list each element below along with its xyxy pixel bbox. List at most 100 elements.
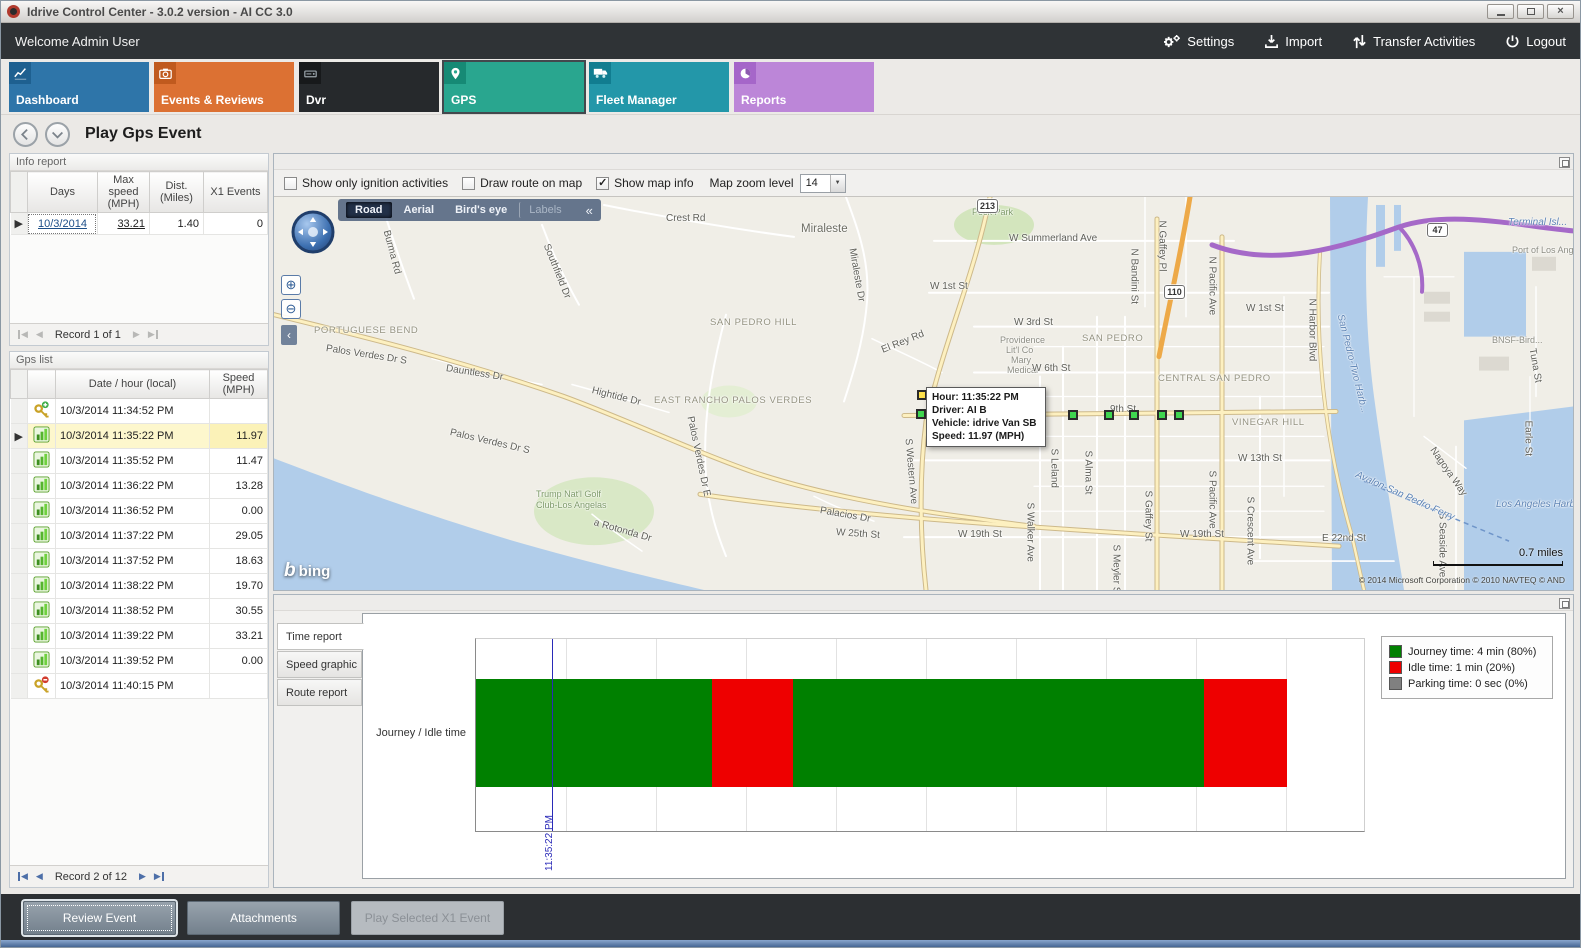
- row-gps-icon: [33, 534, 50, 546]
- tab-gps[interactable]: GPS: [444, 62, 584, 112]
- legend-label: Parking time: 0 sec (0%): [1408, 678, 1528, 690]
- time-cursor-line[interactable]: [552, 639, 553, 831]
- gps-datetime-cell: 10/3/2014 11:38:22 PM: [55, 574, 209, 599]
- legend-label: Journey time: 4 min (80%): [1408, 646, 1536, 658]
- maximize-button[interactable]: [1517, 4, 1544, 19]
- header-action-settings[interactable]: Settings: [1162, 34, 1234, 49]
- map-panel: Show only ignition activities Draw route …: [273, 153, 1574, 591]
- next-page-icon[interactable]: ▶: [139, 872, 146, 881]
- gps-point-marker[interactable]: [1068, 410, 1078, 420]
- checkbox-draw-route-on-map[interactable]: Draw route on map: [462, 176, 582, 190]
- timeline-bar: [476, 679, 1287, 787]
- maximize-icon: [1527, 8, 1535, 15]
- minimize-button[interactable]: [1487, 4, 1514, 19]
- gps-list-pager: ◀ ◀ Record 2 of 12 ▶ ▶: [10, 865, 268, 887]
- info-column-header[interactable]: X1 Events: [203, 172, 267, 213]
- row-key-off-icon: [33, 684, 50, 696]
- indicator-column-header: [11, 172, 28, 213]
- gps-row[interactable]: 10/3/2014 11:38:52 PM30.55: [11, 599, 268, 624]
- chart-row-label: Journey / Idle time: [376, 727, 466, 739]
- review-event-button[interactable]: Review Event: [23, 901, 176, 935]
- map-view-tab-bird-s-eye[interactable]: Bird's eye: [446, 202, 516, 218]
- map-canvas[interactable]: MiralesteCrest RdBurma RdSouthfield DrMi…: [274, 196, 1573, 590]
- prev-page-icon[interactable]: ◀: [36, 872, 43, 881]
- tab-time-report[interactable]: Time report: [277, 623, 364, 650]
- gps-row[interactable]: 10/3/2014 11:37:52 PM18.63: [11, 549, 268, 574]
- play-selected-x1-event-button: Play Selected X1 Event: [351, 901, 504, 935]
- row-gps-icon: [33, 634, 50, 646]
- map-view-tab-aerial[interactable]: Aerial: [395, 202, 444, 218]
- gps-row[interactable]: 10/3/2014 11:36:22 PM13.28: [11, 474, 268, 499]
- map-zoom-out-button[interactable]: ⊖: [281, 299, 301, 319]
- gps-row[interactable]: 10/3/2014 11:34:52 PM: [11, 399, 268, 424]
- gps-point-marker[interactable]: [916, 409, 926, 419]
- max-speed-link[interactable]: 33.21: [117, 218, 145, 230]
- attachments-button[interactable]: Attachments: [187, 901, 340, 935]
- collapse-map-panel-button[interactable]: [1559, 157, 1570, 168]
- gps-row[interactable]: 10/3/2014 11:39:22 PM33.21: [11, 624, 268, 649]
- gps-row[interactable]: ▶10/3/2014 11:35:22 PM11.97: [11, 424, 268, 449]
- back-button[interactable]: [13, 122, 38, 147]
- checkbox-box-icon[interactable]: [284, 177, 297, 190]
- day-link[interactable]: 10/3/2014: [38, 218, 87, 230]
- gps-column-header[interactable]: Date / hour (local): [55, 370, 209, 399]
- header-action-import[interactable]: Import: [1264, 34, 1322, 49]
- info-column-header[interactable]: Dist. (Miles): [149, 172, 203, 213]
- checkbox-label: Show map info: [614, 176, 693, 190]
- tab-events[interactable]: Events & Reviews: [154, 62, 294, 112]
- collapse-report-panel-button[interactable]: [1559, 598, 1570, 609]
- map-zoom-select[interactable]: 14 ▼: [800, 174, 846, 193]
- gps-row[interactable]: 10/3/2014 11:39:52 PM0.00: [11, 649, 268, 674]
- next-page-icon[interactable]: ▶: [133, 330, 140, 339]
- map-zoom-in-button[interactable]: ⊕: [281, 275, 301, 295]
- checkbox-show-map-info[interactable]: Show map info: [596, 176, 693, 190]
- checkbox-box-icon[interactable]: [596, 177, 609, 190]
- map-options: Show only ignition activities Draw route …: [284, 176, 694, 190]
- first-page-icon[interactable]: ◀: [18, 330, 28, 339]
- minimize-icon: [1497, 14, 1505, 16]
- tab-route-report[interactable]: Route report: [277, 679, 362, 706]
- last-page-icon[interactable]: ▶: [154, 872, 164, 881]
- tab-speed-graphic[interactable]: Speed graphic: [277, 651, 362, 678]
- tab-dashboard[interactable]: Dashboard: [9, 62, 149, 112]
- map-view-tab-road[interactable]: Road: [346, 202, 392, 218]
- info-column-header[interactable]: Days: [27, 172, 97, 213]
- close-icon: ×: [1557, 6, 1563, 17]
- gps-point-marker[interactable]: [1157, 410, 1167, 420]
- gps-row[interactable]: 10/3/2014 11:35:52 PM11.47: [11, 449, 268, 474]
- footer-buttons: Review Event Attachments Play Selected X1 …: [23, 901, 504, 935]
- gps-point-marker[interactable]: [1129, 410, 1139, 420]
- tab-dvr[interactable]: Dvr: [299, 62, 439, 112]
- top-bar: Welcome Admin User SettingsImportTransfe…: [1, 23, 1580, 59]
- icon-column-header: [27, 370, 55, 399]
- header-action-logout[interactable]: Logout: [1505, 34, 1566, 49]
- gps-row[interactable]: 10/3/2014 11:38:22 PM19.70: [11, 574, 268, 599]
- tooltip-line: Vehicle: idrive Van SB: [932, 417, 1040, 430]
- prev-page-icon[interactable]: ◀: [36, 330, 43, 339]
- legend-item: Parking time: 0 sec (0%): [1389, 677, 1545, 690]
- gps-column-header[interactable]: Speed (MPH): [210, 370, 268, 399]
- info-column-header[interactable]: Max speed (MPH): [97, 172, 149, 213]
- first-page-icon[interactable]: ◀: [18, 872, 28, 881]
- tab-reports[interactable]: Reports: [734, 62, 874, 112]
- last-page-icon[interactable]: ▶: [148, 330, 158, 339]
- expand-down-button[interactable]: [45, 122, 70, 147]
- gps-row[interactable]: 10/3/2014 11:40:15 PM: [11, 674, 268, 699]
- info-row[interactable]: ▶ 10/3/2014 33.21 1.40 0: [11, 213, 268, 235]
- gps-row[interactable]: 10/3/2014 11:36:52 PM0.00: [11, 499, 268, 524]
- transfer-icon: [1352, 34, 1367, 49]
- checkbox-box-icon[interactable]: [462, 177, 475, 190]
- window-bottom-edge: [1, 940, 1580, 947]
- close-button[interactable]: ×: [1547, 4, 1574, 19]
- map-compass-control[interactable]: [290, 209, 336, 258]
- gps-point-marker[interactable]: [1104, 410, 1114, 420]
- header-action-transfer[interactable]: Transfer Activities: [1352, 34, 1475, 49]
- tab-fleet[interactable]: Fleet Manager: [589, 62, 729, 112]
- row-indicator-icon: [11, 599, 28, 624]
- map-controls-collapse-icon[interactable]: ‹: [281, 325, 297, 345]
- map-toolbar-collapse-icon[interactable]: «: [586, 203, 593, 218]
- checkbox-show-only-ignition-activities[interactable]: Show only ignition activities: [284, 176, 448, 190]
- info-header-row: DaysMax speed (MPH)Dist. (Miles)X1 Event…: [11, 172, 268, 213]
- gps-row[interactable]: 10/3/2014 11:37:22 PM29.05: [11, 524, 268, 549]
- gps-point-marker[interactable]: [1174, 410, 1184, 420]
